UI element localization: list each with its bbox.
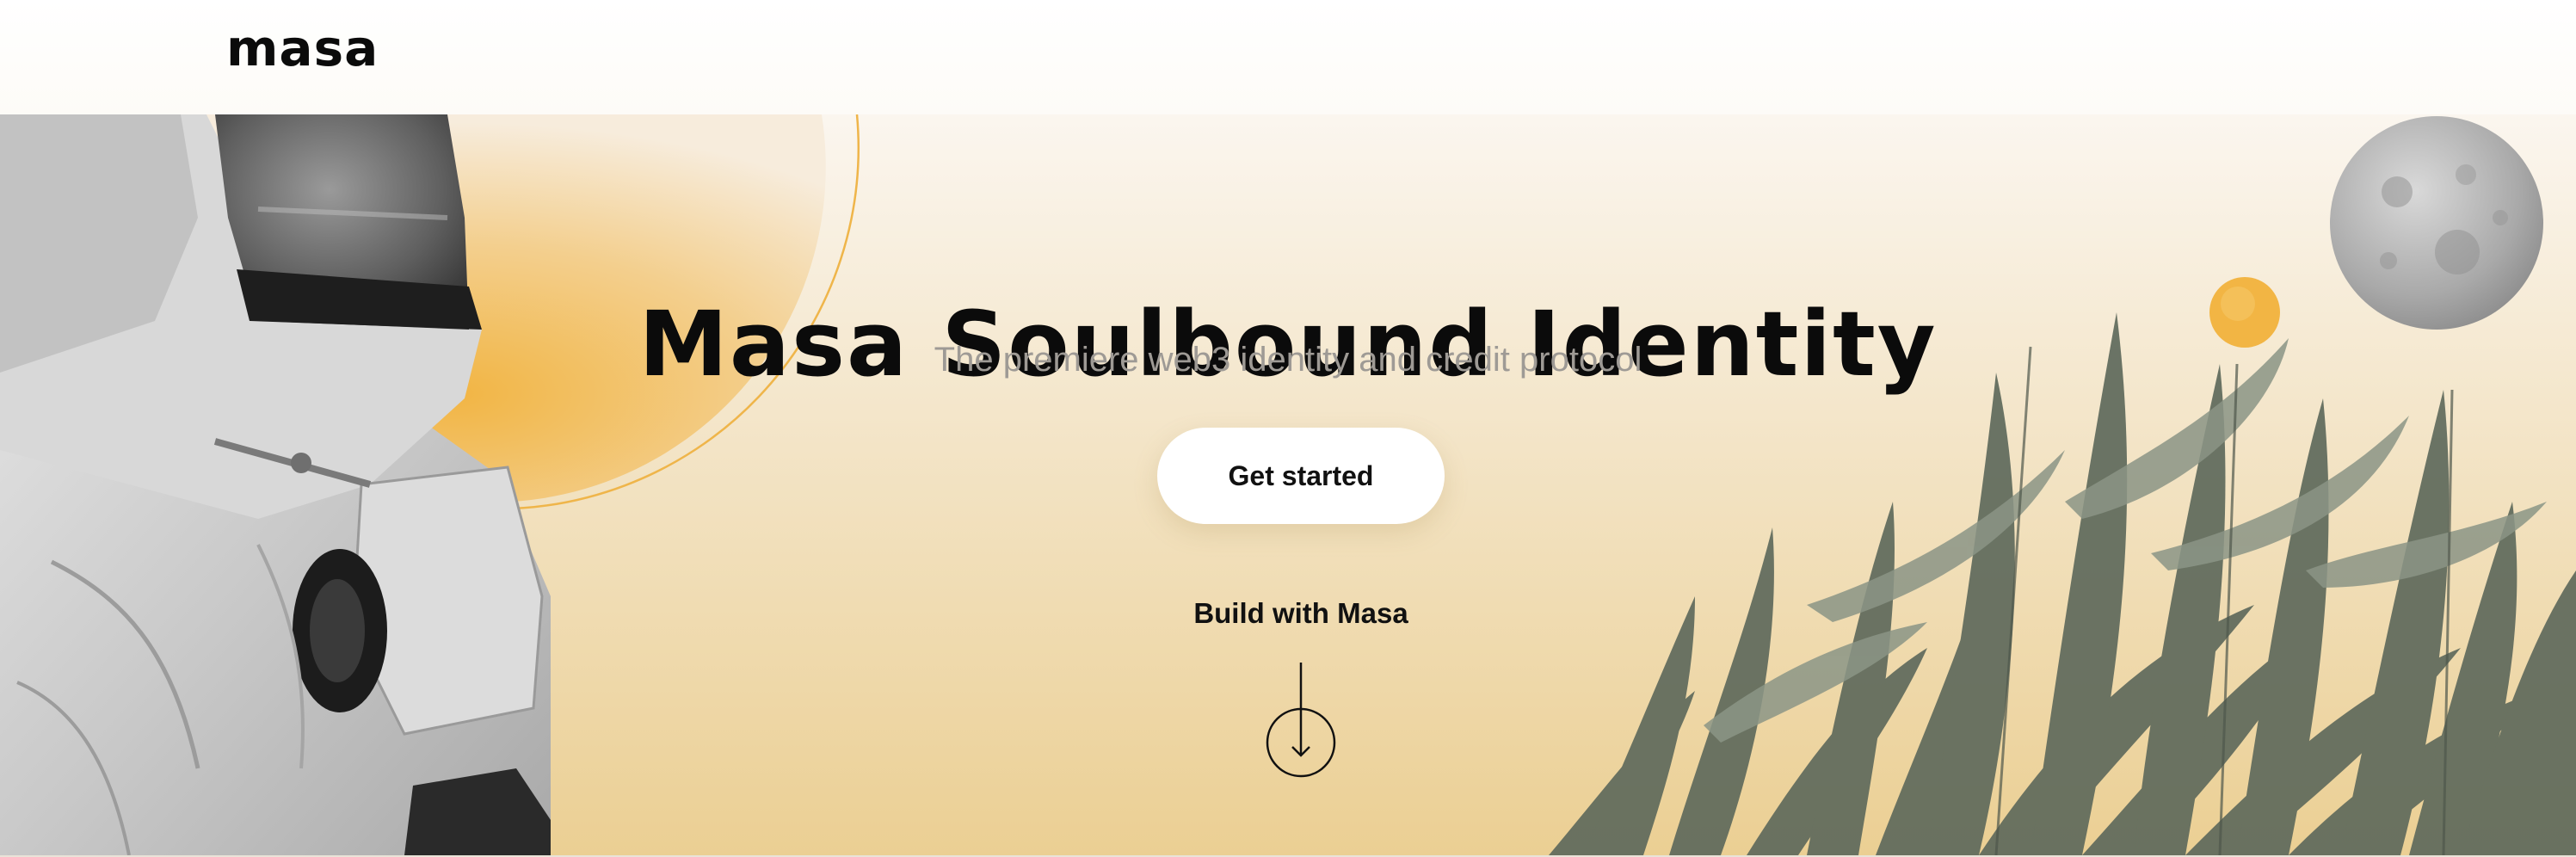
build-with-masa-link[interactable]: Build with Masa (1119, 597, 1483, 630)
get-started-button[interactable]: Get started (1157, 428, 1445, 524)
hero-subtitle: The premiere web3 identity and credit pr… (934, 341, 1642, 379)
masa-logo[interactable]: masa (226, 19, 379, 77)
arrow-down-circle-icon[interactable] (1265, 663, 1337, 780)
top-nav: masa (0, 0, 2576, 114)
astronaut-image (0, 114, 551, 855)
